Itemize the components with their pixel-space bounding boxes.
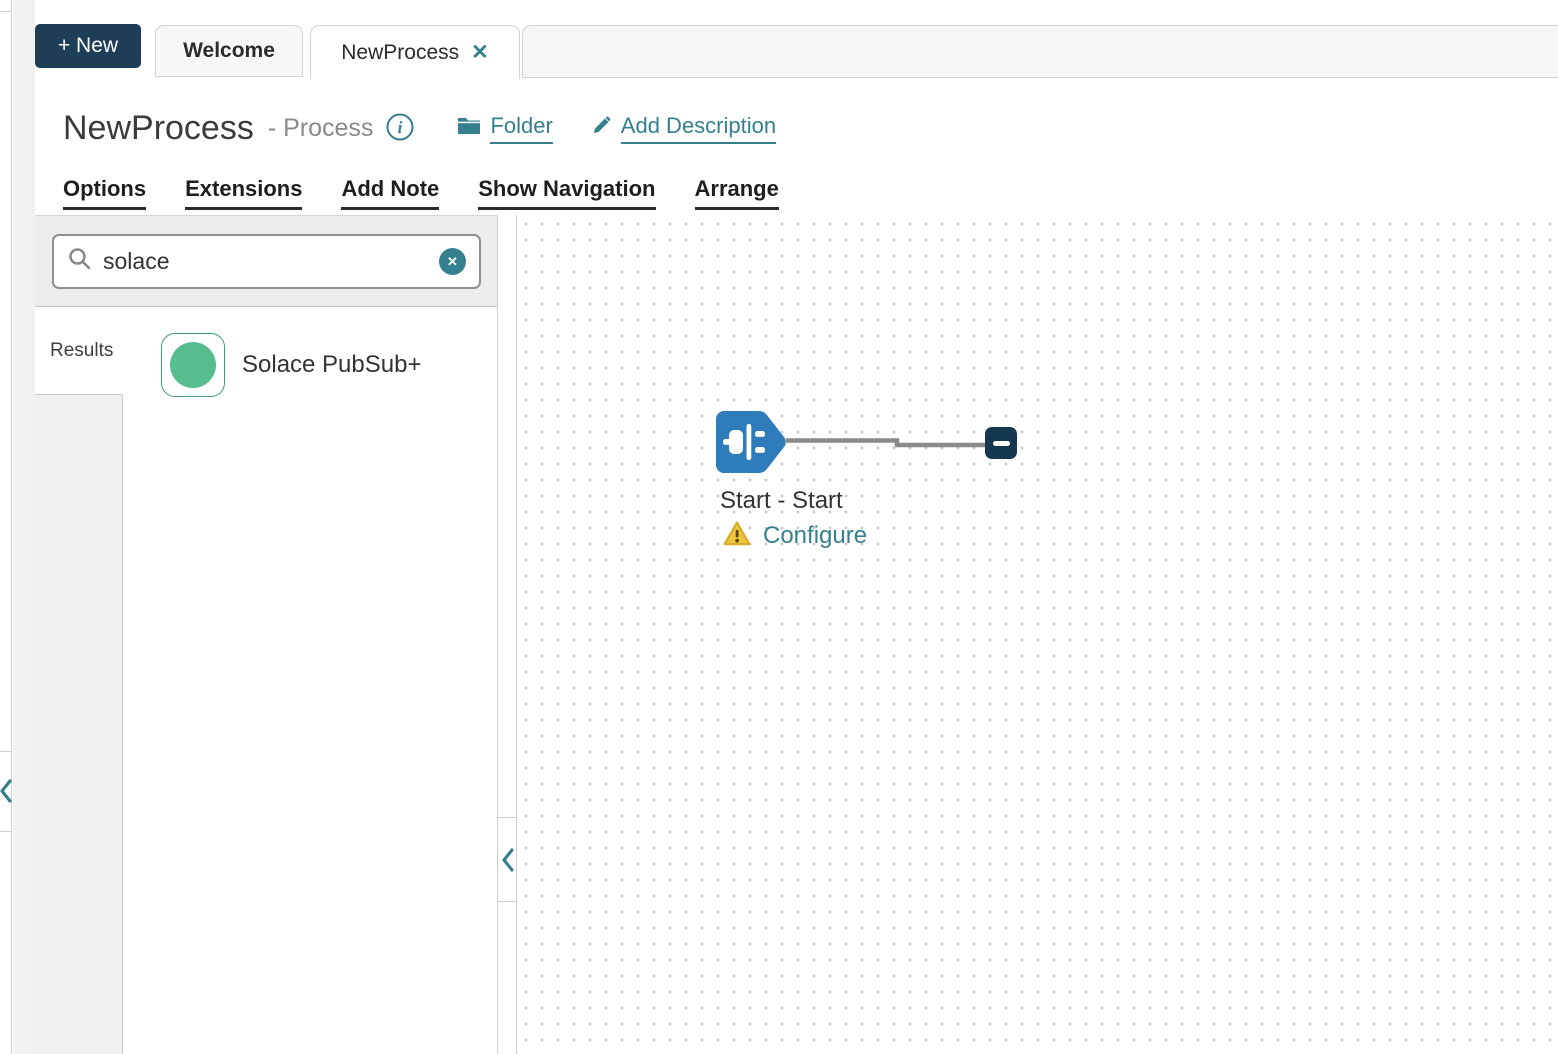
connector-icon [161,333,225,397]
menu-bar: Options Extensions Add Note Show Navigat… [63,176,779,210]
green-circle-icon [170,342,216,388]
rail-background [35,394,123,1054]
configure-link[interactable]: Configure [763,522,867,550]
folder-link[interactable]: Folder [457,113,552,144]
header: NewProcess - Process i Folder [63,102,776,154]
info-icon: i [385,112,415,145]
sidebar-splitter[interactable] [497,215,517,1054]
divider [0,11,12,12]
shapes-sidebar: ✕ Results Solace PubSub+ [35,215,497,1054]
process-canvas[interactable]: Start - Start Configure [517,215,1558,1054]
warning-icon [722,520,752,552]
shape-label: Start - Start [720,487,843,515]
result-item-solace-pubsub[interactable]: Solace PubSub+ [161,333,497,397]
left-panel-rail [0,0,12,1054]
tab-welcome[interactable]: Welcome [155,25,303,77]
tab-newprocess[interactable]: NewProcess ✕ [310,25,520,79]
divider [0,831,12,832]
search-input[interactable] [103,248,439,275]
divider [498,817,516,818]
menu-item-show-navigation[interactable]: Show Navigation [478,176,655,210]
pencil-icon [591,115,612,142]
add-description-link[interactable]: Add Description [591,113,776,144]
result-name: Solace PubSub+ [242,351,421,379]
close-icon[interactable]: ✕ [471,42,489,63]
connector-line [786,436,986,450]
workspace: ✕ Results Solace PubSub+ [35,215,1558,1054]
expand-left-panel-button[interactable] [0,777,13,805]
search-section: ✕ [35,215,497,307]
svg-text:i: i [398,118,403,137]
chevron-left-icon [500,863,516,878]
folder-icon [457,115,481,141]
rail-item-results[interactable]: Results [35,307,123,394]
page-gutter [13,0,35,1054]
result-list: Solace PubSub+ [123,307,497,1054]
clear-search-icon[interactable]: ✕ [439,248,466,275]
page-subtitle: - Process [268,114,374,143]
menu-item-extensions[interactable]: Extensions [185,176,302,210]
app-window: + New Welcome NewProcess ✕ NewProcess - … [0,0,1558,1054]
results-area: Results Solace PubSub+ [35,307,497,1054]
menu-item-add-note[interactable]: Add Note [341,176,439,210]
info-button[interactable]: i [385,112,415,145]
divider [0,751,12,752]
sidebar-rail: Results [35,307,123,1054]
tab-strip-filler [522,25,1558,78]
page-title: NewProcess [63,109,254,148]
tab-label: Welcome [183,39,275,63]
start-shape[interactable] [715,410,787,474]
new-button[interactable]: + New [35,24,141,68]
divider [498,901,516,902]
collapse-sidebar-button[interactable] [499,845,516,875]
menu-item-options[interactable]: Options [63,176,146,210]
connector-endpoint[interactable] [985,427,1017,459]
search-box: ✕ [52,234,481,289]
main-area: + New Welcome NewProcess ✕ NewProcess - … [35,0,1558,1054]
configure-row: Configure [722,520,867,552]
tab-label: NewProcess [341,41,459,65]
folder-link-label: Folder [490,113,552,144]
minus-icon [993,441,1010,446]
add-description-label: Add Description [621,113,776,144]
menu-item-arrange[interactable]: Arrange [695,176,779,210]
chevron-left-icon [0,793,13,808]
tab-bar: + New Welcome NewProcess ✕ [35,0,1558,79]
search-icon [67,246,93,277]
